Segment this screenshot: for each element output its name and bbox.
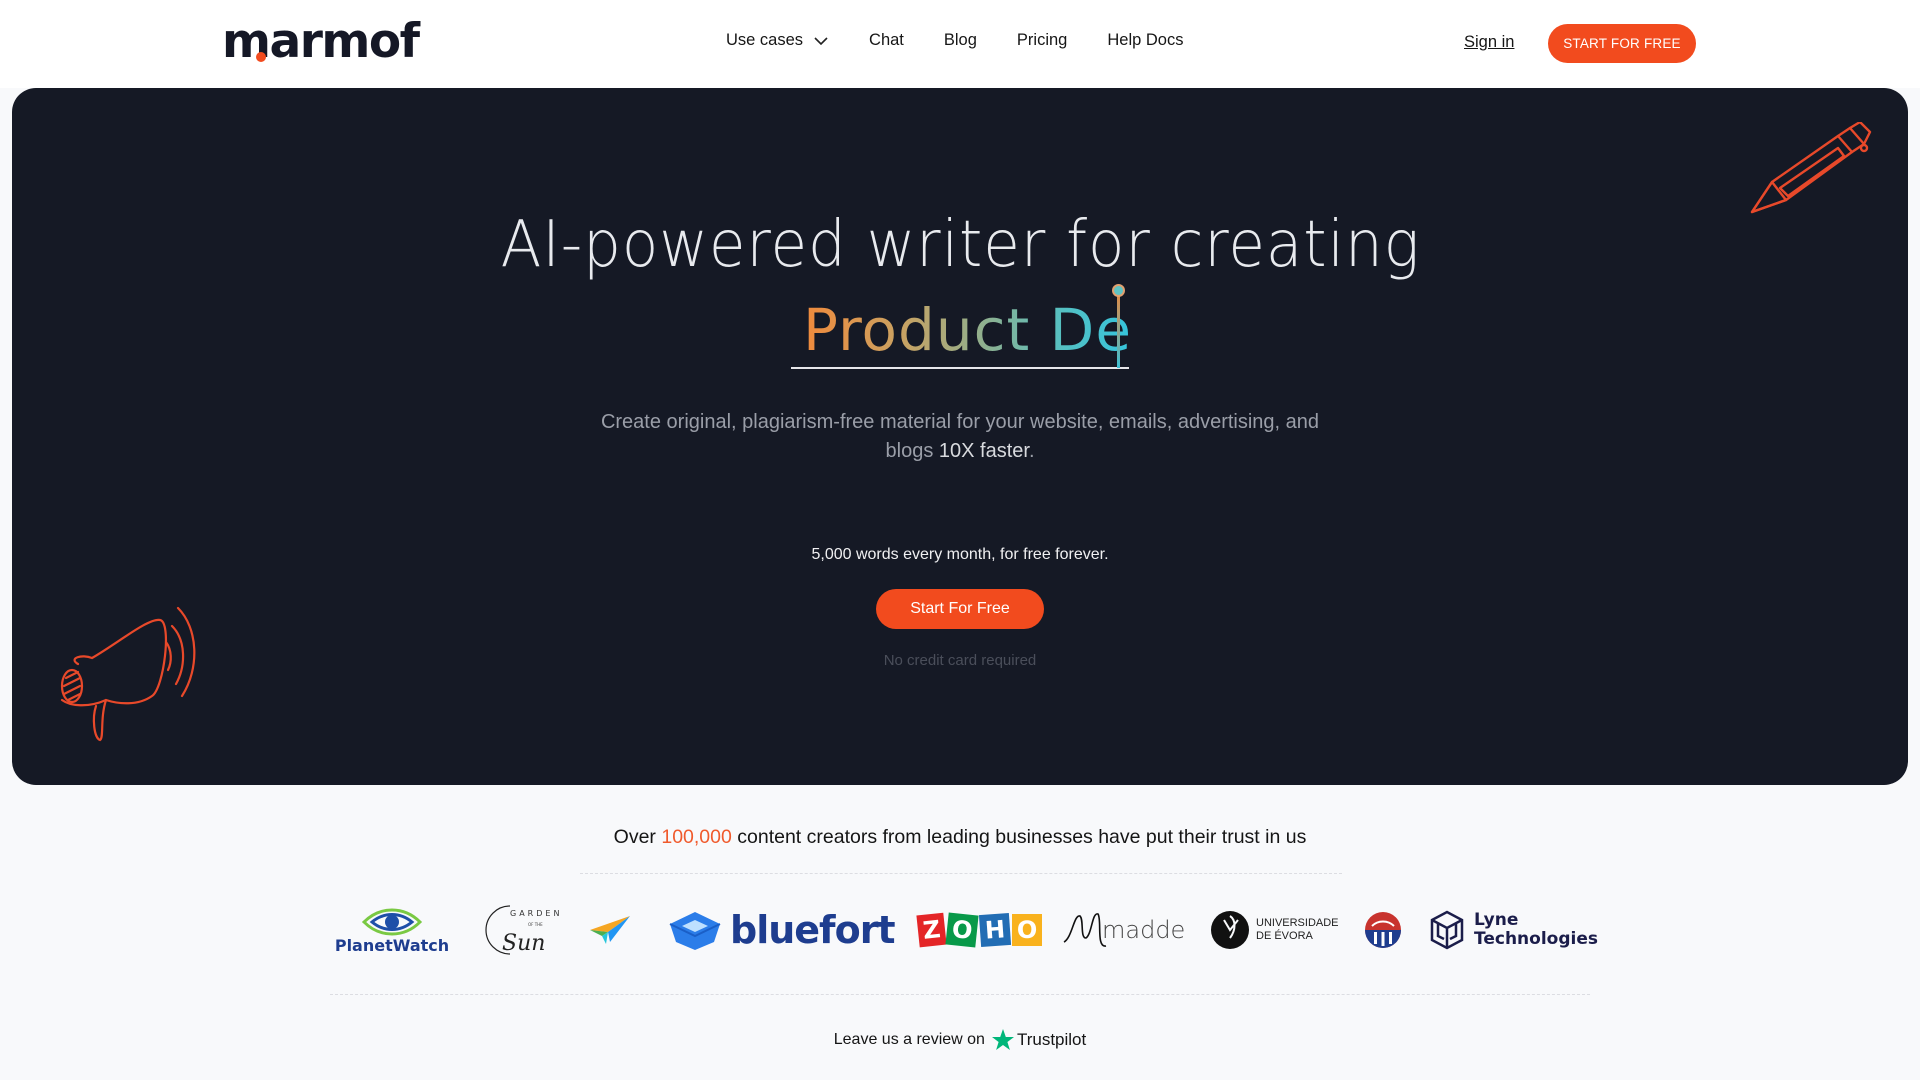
lyne-cube-icon: [1430, 910, 1464, 950]
top-navigation: m armof Use cases Chat Blog Pricing Help …: [0, 0, 1920, 88]
bluefort-text: bluefort: [730, 908, 896, 952]
evora-line1: UNIVERSIDADE: [1256, 917, 1339, 929]
megaphone-illustration-icon: [60, 606, 196, 742]
trustpilot-text: Trustpilot: [1016, 1030, 1087, 1049]
hero-subtitle: Create original, plagiarism-free materia…: [12, 408, 1908, 466]
review-label: Leave us a review on: [833, 1031, 985, 1048]
start-for-free-hero-button[interactable]: Start For Free: [876, 589, 1044, 629]
subtitle-end: .: [1028, 440, 1035, 462]
logo-bluefort: bluefort: [668, 900, 898, 960]
typed-text: Product De: [803, 296, 1132, 364]
typed-text-wrap: Product De: [791, 288, 1141, 368]
divider-top: [580, 873, 1342, 874]
hero-section: AI-powered writer for creating Product D…: [12, 88, 1908, 785]
crest-icon: [1365, 912, 1401, 948]
logo-paper-plane: [588, 900, 634, 960]
paper-plane-icon: [590, 916, 630, 944]
trust-suffix: content creators from leading businesses…: [731, 826, 1307, 848]
trustpilot-star-icon: [991, 1029, 1014, 1050]
lyne-line2: Technologies: [1474, 929, 1598, 949]
zoho-z: Z: [916, 912, 948, 948]
chevron-down-icon: [814, 36, 828, 45]
logo-dot: [256, 52, 266, 62]
hero-headline-text: AI-powered writer for creating: [500, 208, 1420, 282]
sign-in-link[interactable]: Sign in: [1464, 33, 1514, 52]
nav-pricing[interactable]: Pricing: [1017, 31, 1067, 50]
planetwatch-text: PlanetWatch: [334, 935, 450, 955]
trust-count: 100,000: [661, 826, 732, 848]
logo-lyne-technologies: Lyne Technologies: [1428, 900, 1598, 960]
start-for-free-nav-button[interactable]: START FOR FREE: [1548, 24, 1696, 63]
logo-universidade-de-evora: UNIVERSIDADE DE ÉVORA: [1210, 900, 1340, 960]
customer-logos: PlanetWatch GARDENS OF THE Sun bluefort …: [330, 900, 1598, 960]
nav-use-cases[interactable]: Use cases: [726, 31, 829, 50]
subtitle-bold: 10X faster: [938, 440, 1029, 462]
logo-text-rest: armof: [269, 14, 420, 69]
svg-text:GARDENS: GARDENS: [510, 909, 560, 918]
gardens-emblem-icon: GARDENS OF THE Sun: [485, 905, 560, 956]
pencil-illustration-icon: [1750, 122, 1872, 214]
logo-zoho: Z O H O: [916, 900, 1043, 960]
no-credit-card-note: No credit card required: [883, 652, 1037, 669]
typing-caret-dot: [1112, 284, 1125, 297]
marmof-logo[interactable]: m armof: [222, 18, 420, 65]
svg-text:Sun: Sun: [502, 931, 545, 956]
trust-statement: Over 100,000 content creators from leadi…: [0, 826, 1920, 849]
madde-text: madde: [1102, 916, 1186, 944]
trustpilot-review-link[interactable]: Leave us a review on Trustpilot: [0, 1028, 1920, 1052]
logo-university-crest: [1364, 900, 1404, 960]
svg-text:OF THE: OF THE: [528, 922, 543, 927]
nav-use-cases-label: Use cases: [726, 31, 804, 49]
logo-planetwatch: PlanetWatch: [330, 900, 454, 960]
evora-line2: DE ÉVORA: [1256, 930, 1313, 942]
lyne-line1: Lyne: [1474, 910, 1519, 930]
nav-help-docs[interactable]: Help Docs: [1107, 31, 1183, 50]
nav-chat[interactable]: Chat: [869, 31, 904, 50]
zoho-o1: O: [945, 912, 980, 948]
divider-bottom: [330, 994, 1590, 995]
nav-blog[interactable]: Blog: [944, 31, 977, 50]
zoho-o2: O: [1011, 914, 1043, 946]
typed-underline: [791, 367, 1129, 369]
typing-caret: [1117, 293, 1120, 368]
logo-madde: madde: [1062, 900, 1188, 960]
planetwatch-eye-icon: [361, 908, 423, 935]
bluefort-cube-icon: [669, 912, 721, 950]
logo-gardens-of-the-sun: GARDENS OF THE Sun: [480, 900, 560, 960]
zoho-h: H: [978, 912, 1011, 948]
nav-links: Use cases Chat Blog Pricing Help Docs: [726, 31, 1223, 50]
evora-emblem-icon: [1211, 911, 1249, 949]
trustpilot-logo[interactable]: Trustpilot: [991, 1028, 1086, 1052]
free-words-note: 5,000 words every month, for free foreve…: [811, 546, 1109, 563]
trust-prefix: Over: [613, 826, 662, 848]
hero-headline: AI-powered writer for creating: [12, 208, 1908, 282]
